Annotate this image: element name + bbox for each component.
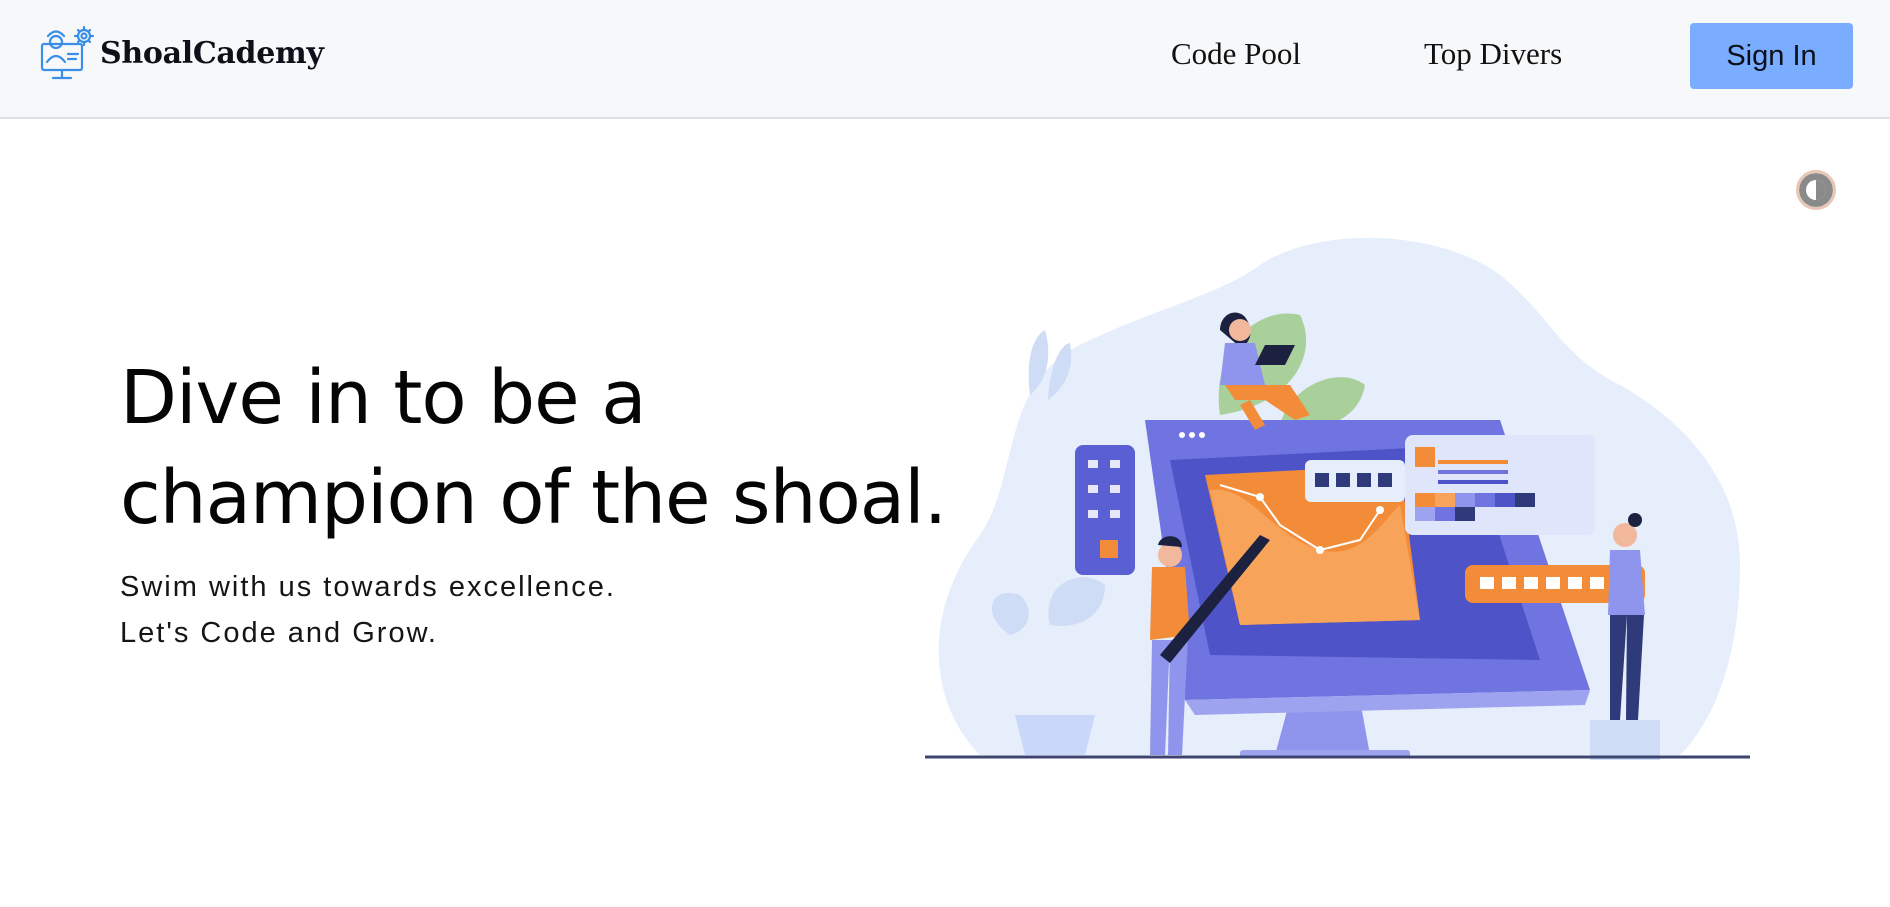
hero-subtitle: Swim with us towards excellence. Let's C…	[120, 564, 820, 656]
hero-title-line-1: Dive in to be a	[120, 355, 647, 441]
top-navbar: ShoalCademy Code Pool Top Divers Sign In	[0, 0, 1890, 119]
hero-title-line-2: champion of the shoal.	[120, 455, 947, 541]
nav-link-top-divers[interactable]: Top Divers	[1424, 36, 1562, 72]
nav-link-code-pool[interactable]: Code Pool	[1171, 36, 1301, 72]
brand-link[interactable]: ShoalCademy	[38, 22, 324, 84]
hero-subtitle-line-1: Swim with us towards excellence.	[120, 571, 616, 603]
contrast-half-circle-icon	[1799, 173, 1833, 207]
theme-toggle-button[interactable]	[1796, 170, 1836, 210]
hero-subtitle-line-2: Let's Code and Grow.	[120, 617, 438, 649]
developer-gear-icon	[40, 25, 95, 80]
brand-name: ShoalCademy	[100, 35, 324, 71]
hero-title: Dive in to be a champion of the shoal.	[120, 348, 947, 548]
hero-illustration	[925, 237, 1750, 760]
sign-in-button[interactable]: Sign In	[1690, 23, 1853, 89]
